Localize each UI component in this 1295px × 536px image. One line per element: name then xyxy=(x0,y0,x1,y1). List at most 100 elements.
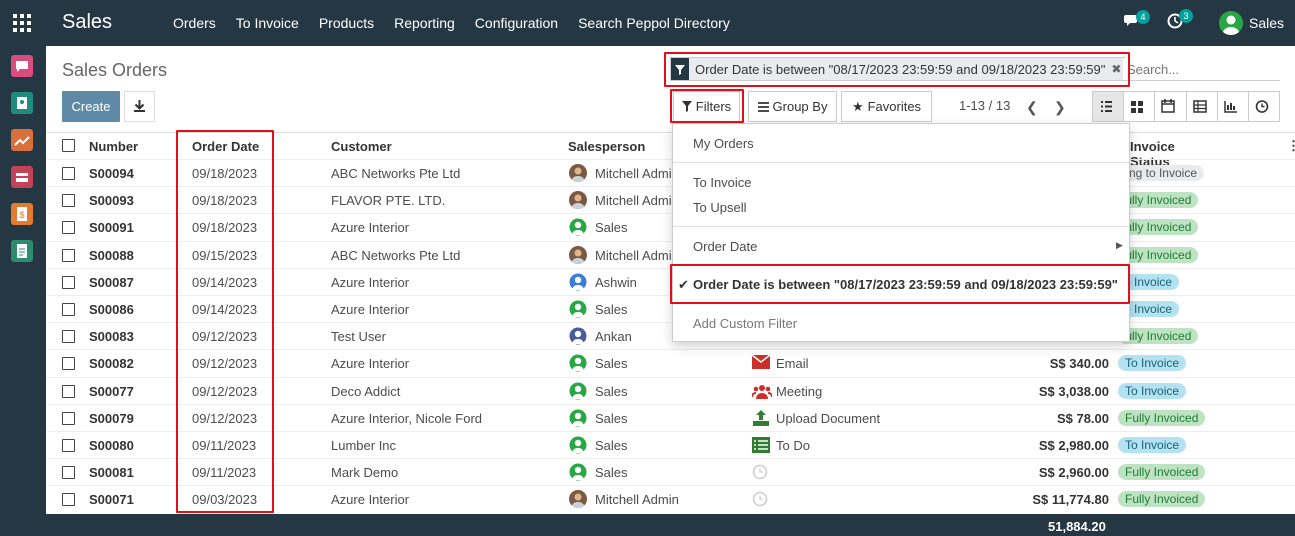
row-checkbox[interactable] xyxy=(62,194,75,207)
top-navbar: Sales Orders To Invoice Products Reporti… xyxy=(0,0,1295,46)
order-number: S00083 xyxy=(89,329,134,344)
row-checkbox[interactable] xyxy=(62,167,75,180)
pivot-view-icon[interactable] xyxy=(1187,92,1218,121)
row-checkbox[interactable] xyxy=(62,412,75,425)
activity-summary: Email xyxy=(776,356,809,371)
invoice-status-badge: To Invoice xyxy=(1118,355,1187,371)
app-brand[interactable]: Sales xyxy=(62,11,112,34)
kanban-view-icon[interactable] xyxy=(1124,92,1156,121)
salesperson-name: Sales xyxy=(595,465,628,480)
customer-name: Azure Interior xyxy=(331,275,410,290)
order-number: S00081 xyxy=(89,465,134,480)
apps-menu-icon[interactable] xyxy=(13,14,31,32)
activity-icon[interactable] xyxy=(752,410,770,429)
activity-icon[interactable] xyxy=(752,464,768,483)
contacts-app-icon[interactable] xyxy=(11,92,33,114)
row-checkbox[interactable] xyxy=(62,357,75,370)
filters-dropdown: My Orders To Invoice To Upsell Order Dat… xyxy=(672,123,1130,342)
invoice-status-badge: To Invoice xyxy=(1118,383,1187,399)
download-icon xyxy=(134,100,145,112)
header-number[interactable]: Number xyxy=(89,139,138,154)
order-total: S$ 11,774.80 xyxy=(1032,492,1109,507)
activity-icon[interactable] xyxy=(752,437,770,456)
menu-orders[interactable]: Orders xyxy=(173,15,216,31)
documents-app-icon[interactable] xyxy=(11,240,33,262)
pager-next-icon[interactable]: ❯ xyxy=(1054,99,1066,116)
list-view-icon[interactable] xyxy=(1093,92,1125,121)
user-name[interactable]: Sales xyxy=(1249,15,1284,31)
menu-configuration[interactable]: Configuration xyxy=(475,15,558,31)
customer-name: Test User xyxy=(331,329,386,344)
filter-to-upsell[interactable]: To Upsell xyxy=(693,200,746,215)
row-checkbox[interactable] xyxy=(62,249,75,262)
crm-app-icon[interactable] xyxy=(11,129,33,151)
customer-name: Mark Demo xyxy=(331,465,399,480)
create-button[interactable]: Create xyxy=(62,91,120,122)
inventory-app-icon[interactable] xyxy=(11,166,33,188)
salesperson-name: Ashwin xyxy=(595,275,637,290)
header-customer[interactable]: Customer xyxy=(331,139,392,154)
activity-clock-icon[interactable]: 3 xyxy=(1167,9,1193,31)
optional-columns-icon[interactable]: ⋮ xyxy=(1287,138,1295,154)
download-button[interactable] xyxy=(124,91,155,122)
add-custom-filter[interactable]: Add Custom Filter xyxy=(693,316,797,331)
row-checkbox[interactable] xyxy=(62,439,75,452)
activity-icon[interactable] xyxy=(751,354,771,372)
row-checkbox[interactable] xyxy=(62,276,75,289)
order-number: S00082 xyxy=(89,356,134,371)
chat-icon[interactable]: 4 xyxy=(1124,10,1150,30)
group-by-button[interactable]: Group By xyxy=(748,91,837,122)
row-checkbox[interactable] xyxy=(62,385,75,398)
dropdown-divider xyxy=(673,226,1129,227)
menu-to-invoice[interactable]: To Invoice xyxy=(236,15,299,31)
salesperson-avatar xyxy=(569,463,587,481)
discuss-app-icon[interactable] xyxy=(11,55,33,77)
pager-value[interactable]: 1-13 / 13 xyxy=(959,98,1010,113)
highlight-order-date-column xyxy=(176,130,274,513)
filter-to-invoice[interactable]: To Invoice xyxy=(693,175,752,190)
pager-previous-icon[interactable]: ❮ xyxy=(1026,99,1038,116)
user-avatar[interactable] xyxy=(1219,11,1243,35)
activity-summary: Meeting xyxy=(776,384,823,399)
search-input[interactable] xyxy=(1123,58,1280,81)
salesperson-name: Mitchell Admin xyxy=(595,248,671,263)
svg-text:$: $ xyxy=(19,210,24,220)
header-salesperson[interactable]: Salesperson xyxy=(568,139,645,154)
select-all-checkbox[interactable] xyxy=(62,139,75,152)
salesperson-name: Ankan xyxy=(595,329,632,344)
page-title: Sales Orders xyxy=(62,60,168,80)
customer-name: Azure Interior xyxy=(331,356,410,371)
customer-name: Deco Addict xyxy=(331,384,401,399)
row-checkbox[interactable] xyxy=(62,330,75,343)
row-checkbox[interactable] xyxy=(62,466,75,479)
salesperson-avatar xyxy=(569,327,587,345)
customer-name: Azure Interior xyxy=(331,220,410,235)
calendar-view-icon[interactable] xyxy=(1155,92,1187,121)
activity-icon[interactable] xyxy=(752,491,768,510)
salesperson-avatar xyxy=(569,382,587,400)
salesperson-name: Sales xyxy=(595,384,628,399)
activity-icon[interactable] xyxy=(751,383,773,402)
filter-order-date[interactable]: Order Date xyxy=(693,239,757,254)
activity-view-icon[interactable] xyxy=(1249,92,1279,121)
filter-my-orders[interactable]: My Orders xyxy=(693,136,754,151)
menu-reporting[interactable]: Reporting xyxy=(394,15,455,31)
favorites-button[interactable]: ★ Favorites xyxy=(841,91,932,122)
invoicing-app-icon[interactable]: $ xyxy=(11,203,33,225)
row-checkbox[interactable] xyxy=(62,493,75,506)
order-number: S00086 xyxy=(89,302,134,317)
customer-name: Lumber Inc xyxy=(331,438,397,453)
customer-name: Azure Interior xyxy=(331,492,410,507)
invoice-status-badge: Fully Invoiced xyxy=(1118,247,1199,263)
graph-view-icon[interactable] xyxy=(1218,92,1249,121)
salesperson-avatar xyxy=(569,354,587,372)
menu-search-peppol[interactable]: Search Peppol Directory xyxy=(578,15,730,31)
row-checkbox[interactable] xyxy=(62,303,75,316)
invoice-status-badge: Fully Invoiced xyxy=(1118,410,1206,426)
salesperson-name: Mitchell Admin xyxy=(595,492,679,507)
group-by-label: Group By xyxy=(772,99,828,114)
menu-products[interactable]: Products xyxy=(319,15,374,31)
row-checkbox[interactable] xyxy=(62,221,75,234)
invoice-status-badge: Nothing to Invoice xyxy=(1118,165,1204,181)
customer-name: Azure Interior, Nicole Ford xyxy=(331,411,483,426)
